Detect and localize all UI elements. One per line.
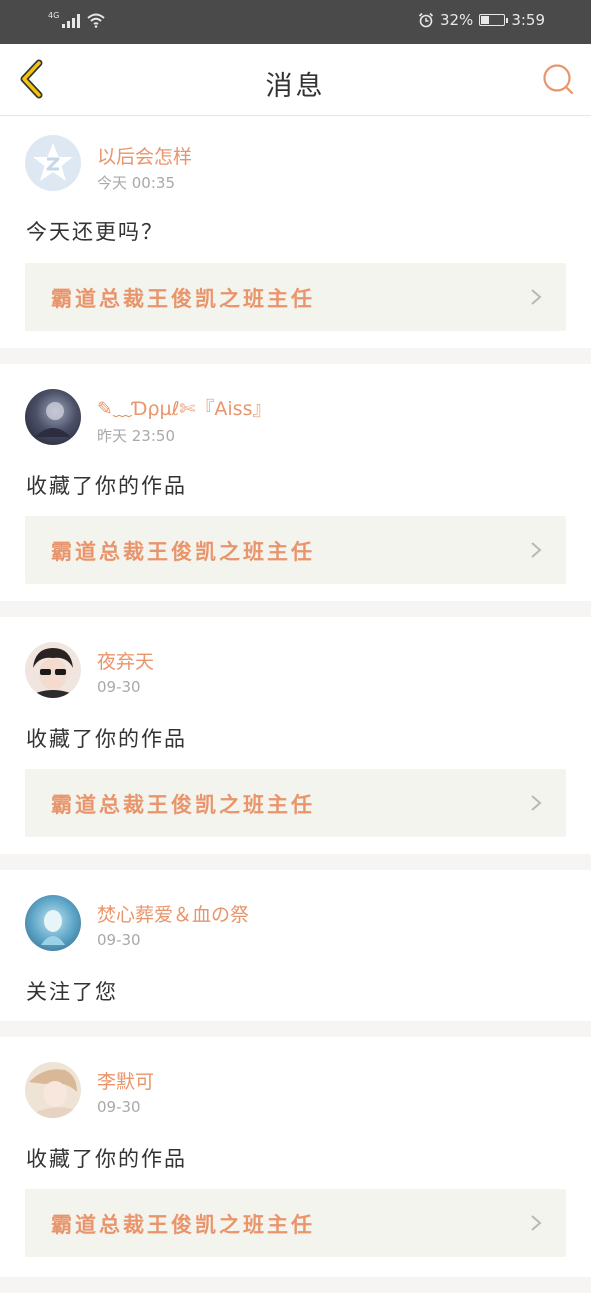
message-card: 焚心葬爱＆血の祭 09-30 关注了您 <box>0 870 591 1021</box>
work-title: 霸道总裁王俊凯之班主任 <box>51 1213 315 1237</box>
chevron-right-icon <box>531 289 542 305</box>
message-text: 今天还更吗？ <box>26 220 164 244</box>
network-type: 4G <box>48 11 60 20</box>
user-avatar-image <box>25 1069 81 1118</box>
user-avatar-image <box>41 910 65 945</box>
user-avatar-image <box>35 402 71 437</box>
username[interactable]: 夜弃天 <box>97 647 154 674</box>
status-time: 3:59 <box>511 11 545 29</box>
status-right: 32% 3:59 <box>418 11 545 29</box>
signal-icon <box>62 12 81 28</box>
avatar[interactable] <box>25 389 81 445</box>
work-link[interactable]: 霸道总裁王俊凯之班主任 <box>25 769 566 837</box>
work-link[interactable]: 霸道总裁王俊凯之班主任 <box>25 263 566 331</box>
message-card: ✎﹏Ɗρµℓ✄『Aiss』 昨天 23:50 收藏了你的作品 霸道总裁王俊凯之班… <box>0 364 591 601</box>
username[interactable]: 焚心葬爱＆血の祭 <box>97 900 249 927</box>
username[interactable]: 李默可 <box>97 1067 154 1094</box>
message-list: 以后会怎样 今天 00:35 今天还更吗？ 霸道总裁王俊凯之班主任 ✎﹏Ɗρµℓ… <box>0 116 591 1293</box>
search-icon[interactable] <box>541 62 575 96</box>
battery-icon <box>479 14 509 26</box>
work-title: 霸道总裁王俊凯之班主任 <box>51 287 315 311</box>
navbar: 消息 <box>0 44 591 116</box>
message-time: 昨天 23:50 <box>97 427 175 445</box>
work-title: 霸道总裁王俊凯之班主任 <box>51 793 315 817</box>
battery-percent: 32% <box>439 11 474 29</box>
user-avatar-image <box>25 648 81 698</box>
chevron-right-icon <box>531 1215 542 1231</box>
message-card: 夜弃天 09-30 收藏了你的作品 霸道总裁王俊凯之班主任 <box>0 617 591 854</box>
battery-fill <box>481 16 489 24</box>
message-time: 09-30 <box>97 931 141 949</box>
chevron-right-icon <box>531 542 542 558</box>
default-star-avatar-icon <box>33 143 73 181</box>
message-text: 收藏了你的作品 <box>26 474 187 498</box>
work-link[interactable]: 霸道总裁王俊凯之班主任 <box>25 1189 566 1257</box>
avatar[interactable] <box>25 135 81 191</box>
username[interactable]: 以后会怎样 <box>97 142 192 169</box>
message-text: 收藏了你的作品 <box>26 1147 187 1171</box>
status-bar: 4G 32% 3:59 <box>0 0 591 44</box>
chevron-right-icon <box>531 795 542 811</box>
message-card: 以后会怎样 今天 00:35 今天还更吗？ 霸道总裁王俊凯之班主任 <box>0 116 591 348</box>
message-card: 李默可 09-30 收藏了你的作品 霸道总裁王俊凯之班主任 <box>0 1037 591 1277</box>
avatar[interactable] <box>25 895 81 951</box>
message-time: 09-30 <box>97 678 141 696</box>
status-left: 4G <box>48 12 106 28</box>
message-time: 今天 00:35 <box>97 174 175 192</box>
message-text: 关注了您 <box>26 980 118 1004</box>
work-title: 霸道总裁王俊凯之班主任 <box>51 540 315 564</box>
message-time: 09-30 <box>97 1098 141 1116</box>
avatar[interactable] <box>25 1062 81 1118</box>
avatar[interactable] <box>25 642 81 698</box>
work-link[interactable]: 霸道总裁王俊凯之班主任 <box>25 516 566 584</box>
alarm-clock-icon <box>418 12 434 28</box>
message-text: 收藏了你的作品 <box>26 727 187 751</box>
username[interactable]: ✎﹏Ɗρµℓ✄『Aiss』 <box>97 394 271 421</box>
page-title: 消息 <box>265 71 326 102</box>
wifi-icon <box>87 13 105 28</box>
